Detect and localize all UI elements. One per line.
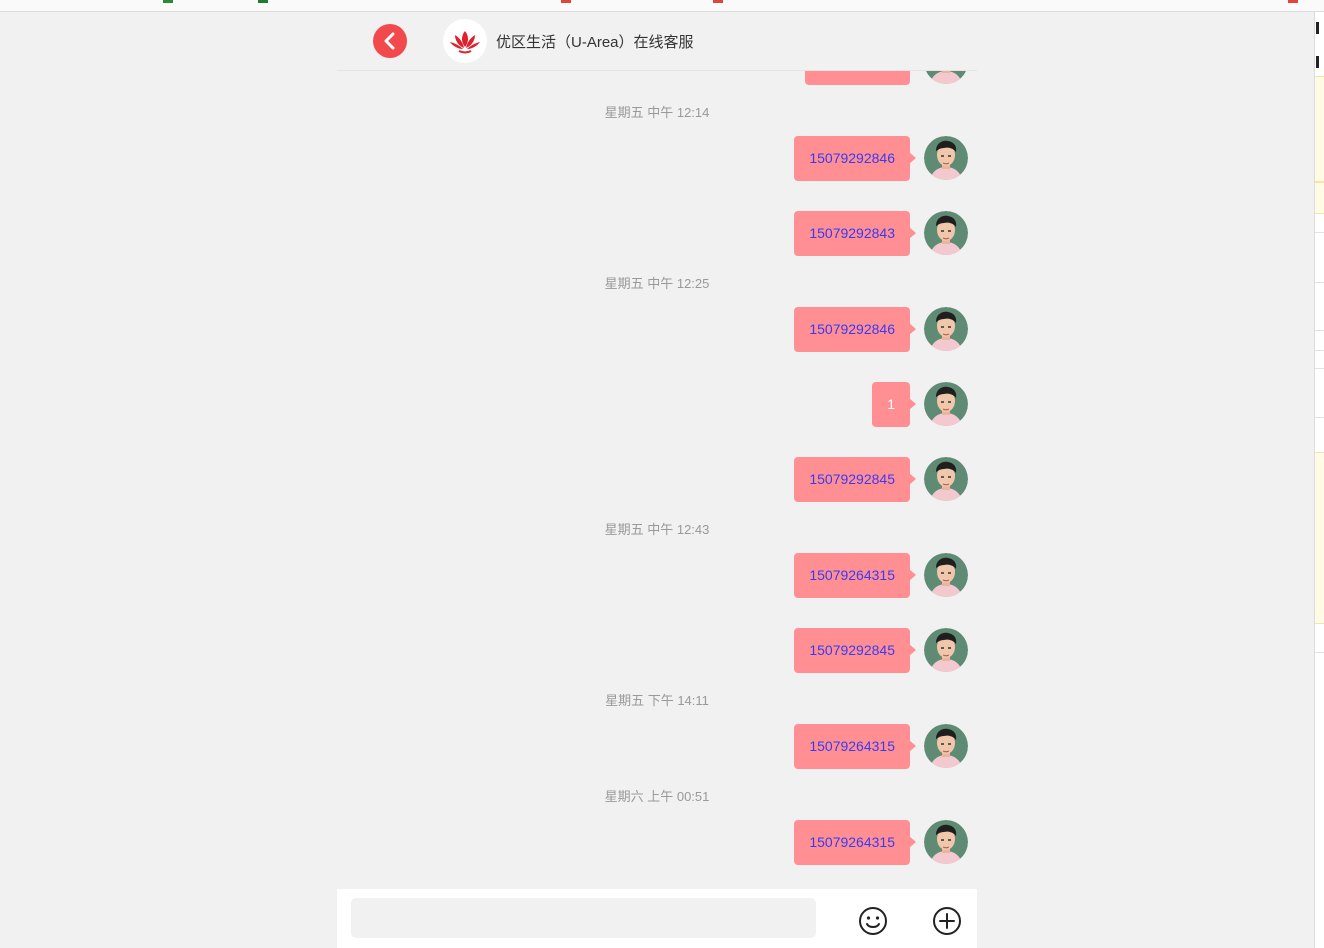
brand-logo <box>443 19 487 63</box>
avatar[interactable] <box>924 211 968 255</box>
add-attachment-button[interactable] <box>931 905 963 937</box>
devtools-divider <box>1315 417 1324 418</box>
message-row: 15079292846 <box>337 136 977 181</box>
message-bubble[interactable]: 15079292843 <box>794 211 916 256</box>
message-bubble[interactable]: 15079292845 <box>794 628 916 673</box>
lotus-logo-icon <box>450 31 480 54</box>
chevron-left-icon <box>384 32 395 50</box>
message-bubble[interactable]: 1 <box>872 382 916 427</box>
message-timestamp: 星期六 上午 00:51 <box>604 789 710 804</box>
message-composer <box>337 889 977 948</box>
tab-indicator <box>163 0 173 3</box>
devtools-marker <box>1316 22 1319 34</box>
avatar[interactable] <box>924 382 968 426</box>
tab-indicator <box>561 0 571 3</box>
user-avatar-image <box>924 211 968 255</box>
message-row: 15079292846 <box>337 307 977 352</box>
message-bubble[interactable]: 15079292846 <box>794 136 916 181</box>
browser-top-strip <box>0 0 1324 12</box>
message-bubble[interactable]: 15079292845 <box>794 457 916 502</box>
devtools-divider <box>1315 652 1324 653</box>
avatar[interactable] <box>924 553 968 597</box>
message-timestamp: 星期五 中午 12:43 <box>604 522 710 537</box>
devtools-marker <box>1316 56 1319 68</box>
back-button[interactable] <box>373 24 407 58</box>
avatar[interactable] <box>924 628 968 672</box>
avatar[interactable] <box>924 307 968 351</box>
tab-indicator <box>1288 0 1298 3</box>
message-row: 15079264315 <box>337 553 977 598</box>
tab-indicator <box>713 0 723 3</box>
devtools-warning-row <box>1315 452 1324 624</box>
message-row: 15079292845 <box>337 457 977 502</box>
avatar[interactable] <box>924 820 968 864</box>
user-avatar-image <box>924 724 968 768</box>
devtools-divider <box>1315 232 1324 233</box>
devtools-divider <box>1315 282 1324 283</box>
user-avatar-image <box>924 628 968 672</box>
user-avatar-image <box>924 382 968 426</box>
message-row: 15079292845 <box>337 628 977 673</box>
chat-title: 优区生活（U-Area）在线客服 <box>496 34 694 51</box>
devtools-panel-edge <box>1314 12 1324 948</box>
message-row: 15079264315 <box>337 724 977 769</box>
message-row <box>337 71 977 85</box>
chat-header: 优区生活（U-Area）在线客服 <box>337 12 977 71</box>
message-bubble[interactable] <box>805 71 910 85</box>
devtools-warning-row <box>1315 76 1324 182</box>
message-row: 15079292843 <box>337 211 977 256</box>
devtools-divider <box>1315 368 1324 369</box>
user-avatar-image <box>924 307 968 351</box>
avatar[interactable] <box>924 71 968 84</box>
devtools-warning-row <box>1315 182 1324 214</box>
message-bubble[interactable]: 15079264315 <box>794 724 916 769</box>
user-avatar-image <box>924 136 968 180</box>
user-avatar-image <box>924 820 968 864</box>
tab-indicator <box>258 0 268 3</box>
smiley-icon <box>859 907 887 935</box>
avatar[interactable] <box>924 136 968 180</box>
message-input[interactable] <box>351 898 816 938</box>
avatar[interactable] <box>924 457 968 501</box>
devtools-divider <box>1315 350 1324 351</box>
message-bubble[interactable]: 15079264315 <box>794 820 916 865</box>
message-bubble[interactable]: 15079264315 <box>794 553 916 598</box>
message-timestamp: 星期五 中午 12:14 <box>604 105 710 120</box>
message-row: 15079264315 <box>337 820 977 865</box>
message-timestamp: 星期五 中午 12:25 <box>604 276 710 291</box>
avatar[interactable] <box>924 724 968 768</box>
message-list[interactable]: 星期五 中午 12:14 15079292846 15079292843 星期五… <box>337 71 977 888</box>
message-bubble[interactable]: 15079292846 <box>794 307 916 352</box>
emoji-button[interactable] <box>857 905 889 937</box>
user-avatar-image <box>924 553 968 597</box>
message-timestamp: 星期五 下午 14:11 <box>605 693 709 708</box>
devtools-divider <box>1315 330 1324 331</box>
plus-circle-icon <box>933 907 961 935</box>
user-avatar-image <box>925 71 967 84</box>
user-avatar-image <box>924 457 968 501</box>
message-row: 1 <box>337 382 977 427</box>
